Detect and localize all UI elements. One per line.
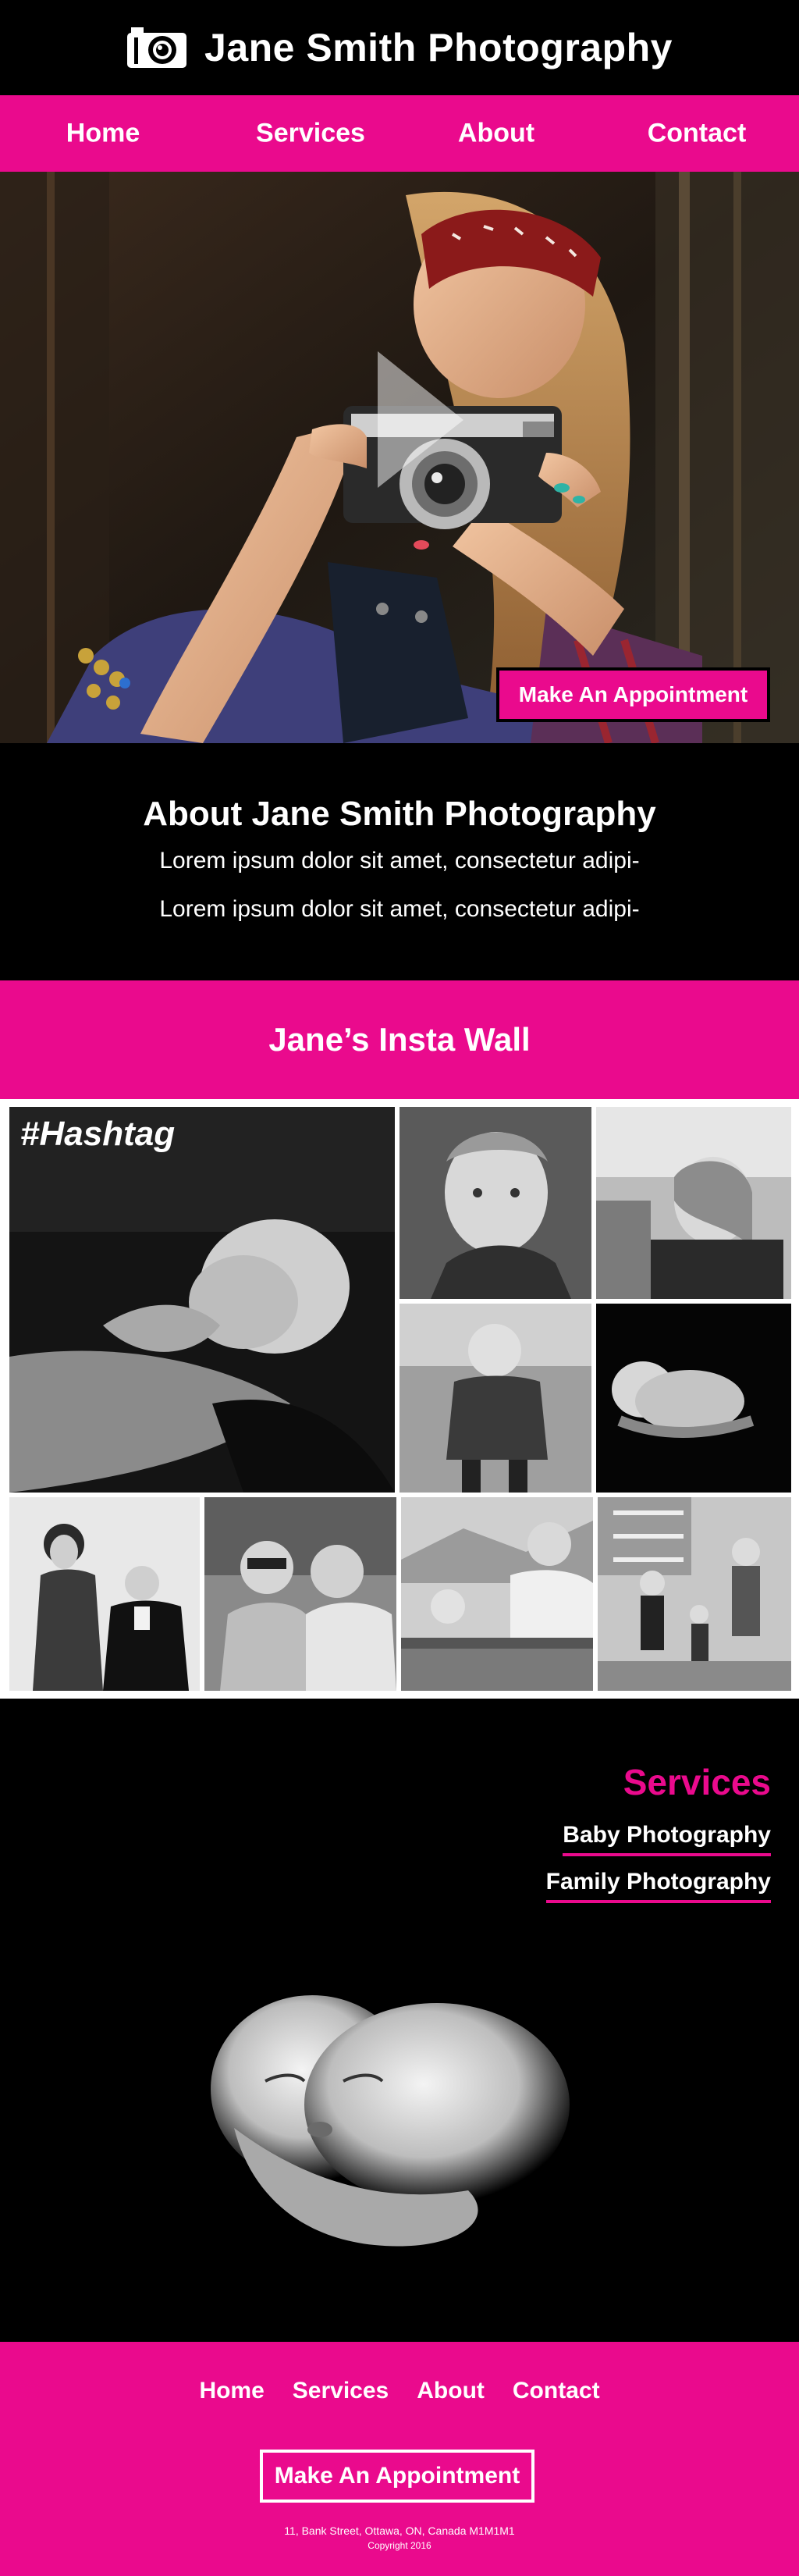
site-title: Jane Smith Photography bbox=[204, 26, 673, 69]
footer-nav: Home Services About Contact bbox=[0, 2378, 799, 2404]
make-appointment-button[interactable]: Make An Appointment bbox=[496, 667, 770, 722]
photo-image bbox=[400, 1107, 591, 1299]
footer-nav-services[interactable]: Services bbox=[293, 2378, 389, 2404]
insta-photo-father-drawing[interactable] bbox=[401, 1497, 593, 1691]
photo-image bbox=[401, 1497, 593, 1691]
photo-image bbox=[204, 1497, 396, 1691]
nav-contact[interactable]: Contact bbox=[648, 119, 747, 149]
brand[interactable]: Jane Smith Photography bbox=[126, 25, 673, 70]
services-baby-image bbox=[211, 1995, 570, 2247]
footer-nav-contact[interactable]: Contact bbox=[513, 2378, 600, 2404]
footer-address: 11, Bank Street, Ottawa, ON, Canada M1M1… bbox=[284, 2524, 515, 2537]
hero-section: Make An Appointment bbox=[0, 172, 799, 743]
insta-photo-vintage-sitcom[interactable] bbox=[204, 1497, 396, 1691]
services-title: Services bbox=[623, 1762, 771, 1802]
insta-photo-sleeping-baby[interactable] bbox=[596, 1304, 791, 1493]
about-paragraph: Lorem ipsum dolor sit amet, consectetur … bbox=[159, 848, 640, 873]
footer-nav-home[interactable]: Home bbox=[199, 2378, 264, 2404]
hashtag-label: #Hashtag bbox=[20, 1115, 176, 1153]
insta-wall-title: Jane’s Insta Wall bbox=[0, 980, 799, 1099]
insta-photo-newborn-hands[interactable]: #Hashtag bbox=[9, 1107, 395, 1493]
about-section: About Jane Smith Photography Lorem ipsum… bbox=[0, 743, 799, 980]
insta-grid: #Hashtag bbox=[0, 1099, 799, 1699]
insta-photo-boy-running[interactable] bbox=[400, 1304, 591, 1493]
insta-photo-girl-portrait[interactable] bbox=[400, 1107, 591, 1299]
services-section: Services Baby Photography Family Photogr… bbox=[0, 1699, 799, 2342]
photo-image bbox=[9, 1497, 200, 1691]
main-nav: Home Services About Contact bbox=[0, 95, 799, 172]
nav-home[interactable]: Home bbox=[66, 119, 140, 149]
photo-image bbox=[598, 1497, 791, 1691]
nav-services[interactable]: Services bbox=[256, 119, 365, 149]
service-family-photography[interactable]: Family Photography bbox=[545, 1869, 771, 1903]
photo-image bbox=[9, 1107, 395, 1493]
footer-nav-about[interactable]: About bbox=[417, 2378, 485, 2404]
photo-image bbox=[596, 1107, 791, 1299]
insta-photo-family-walking[interactable] bbox=[598, 1497, 791, 1691]
insta-photo-vintage-couple[interactable] bbox=[9, 1497, 200, 1691]
play-icon[interactable] bbox=[378, 351, 463, 488]
photo-image bbox=[400, 1304, 591, 1493]
service-baby-photography[interactable]: Baby Photography bbox=[563, 1822, 771, 1856]
site-footer: Home Services About Contact Make An Appo… bbox=[0, 2342, 799, 2576]
footer-copyright: Copyright 2016 bbox=[368, 2540, 431, 2551]
camera-icon bbox=[127, 27, 187, 68]
footer-make-appointment-button[interactable]: Make An Appointment bbox=[260, 2450, 534, 2503]
site-header: Jane Smith Photography bbox=[0, 0, 799, 95]
about-title: About Jane Smith Photography bbox=[143, 795, 656, 833]
insta-photo-girl-reading[interactable] bbox=[596, 1107, 791, 1299]
about-paragraph: Lorem ipsum dolor sit amet, consectetur … bbox=[159, 896, 640, 922]
nav-about[interactable]: About bbox=[458, 119, 534, 149]
photo-image bbox=[596, 1304, 791, 1493]
